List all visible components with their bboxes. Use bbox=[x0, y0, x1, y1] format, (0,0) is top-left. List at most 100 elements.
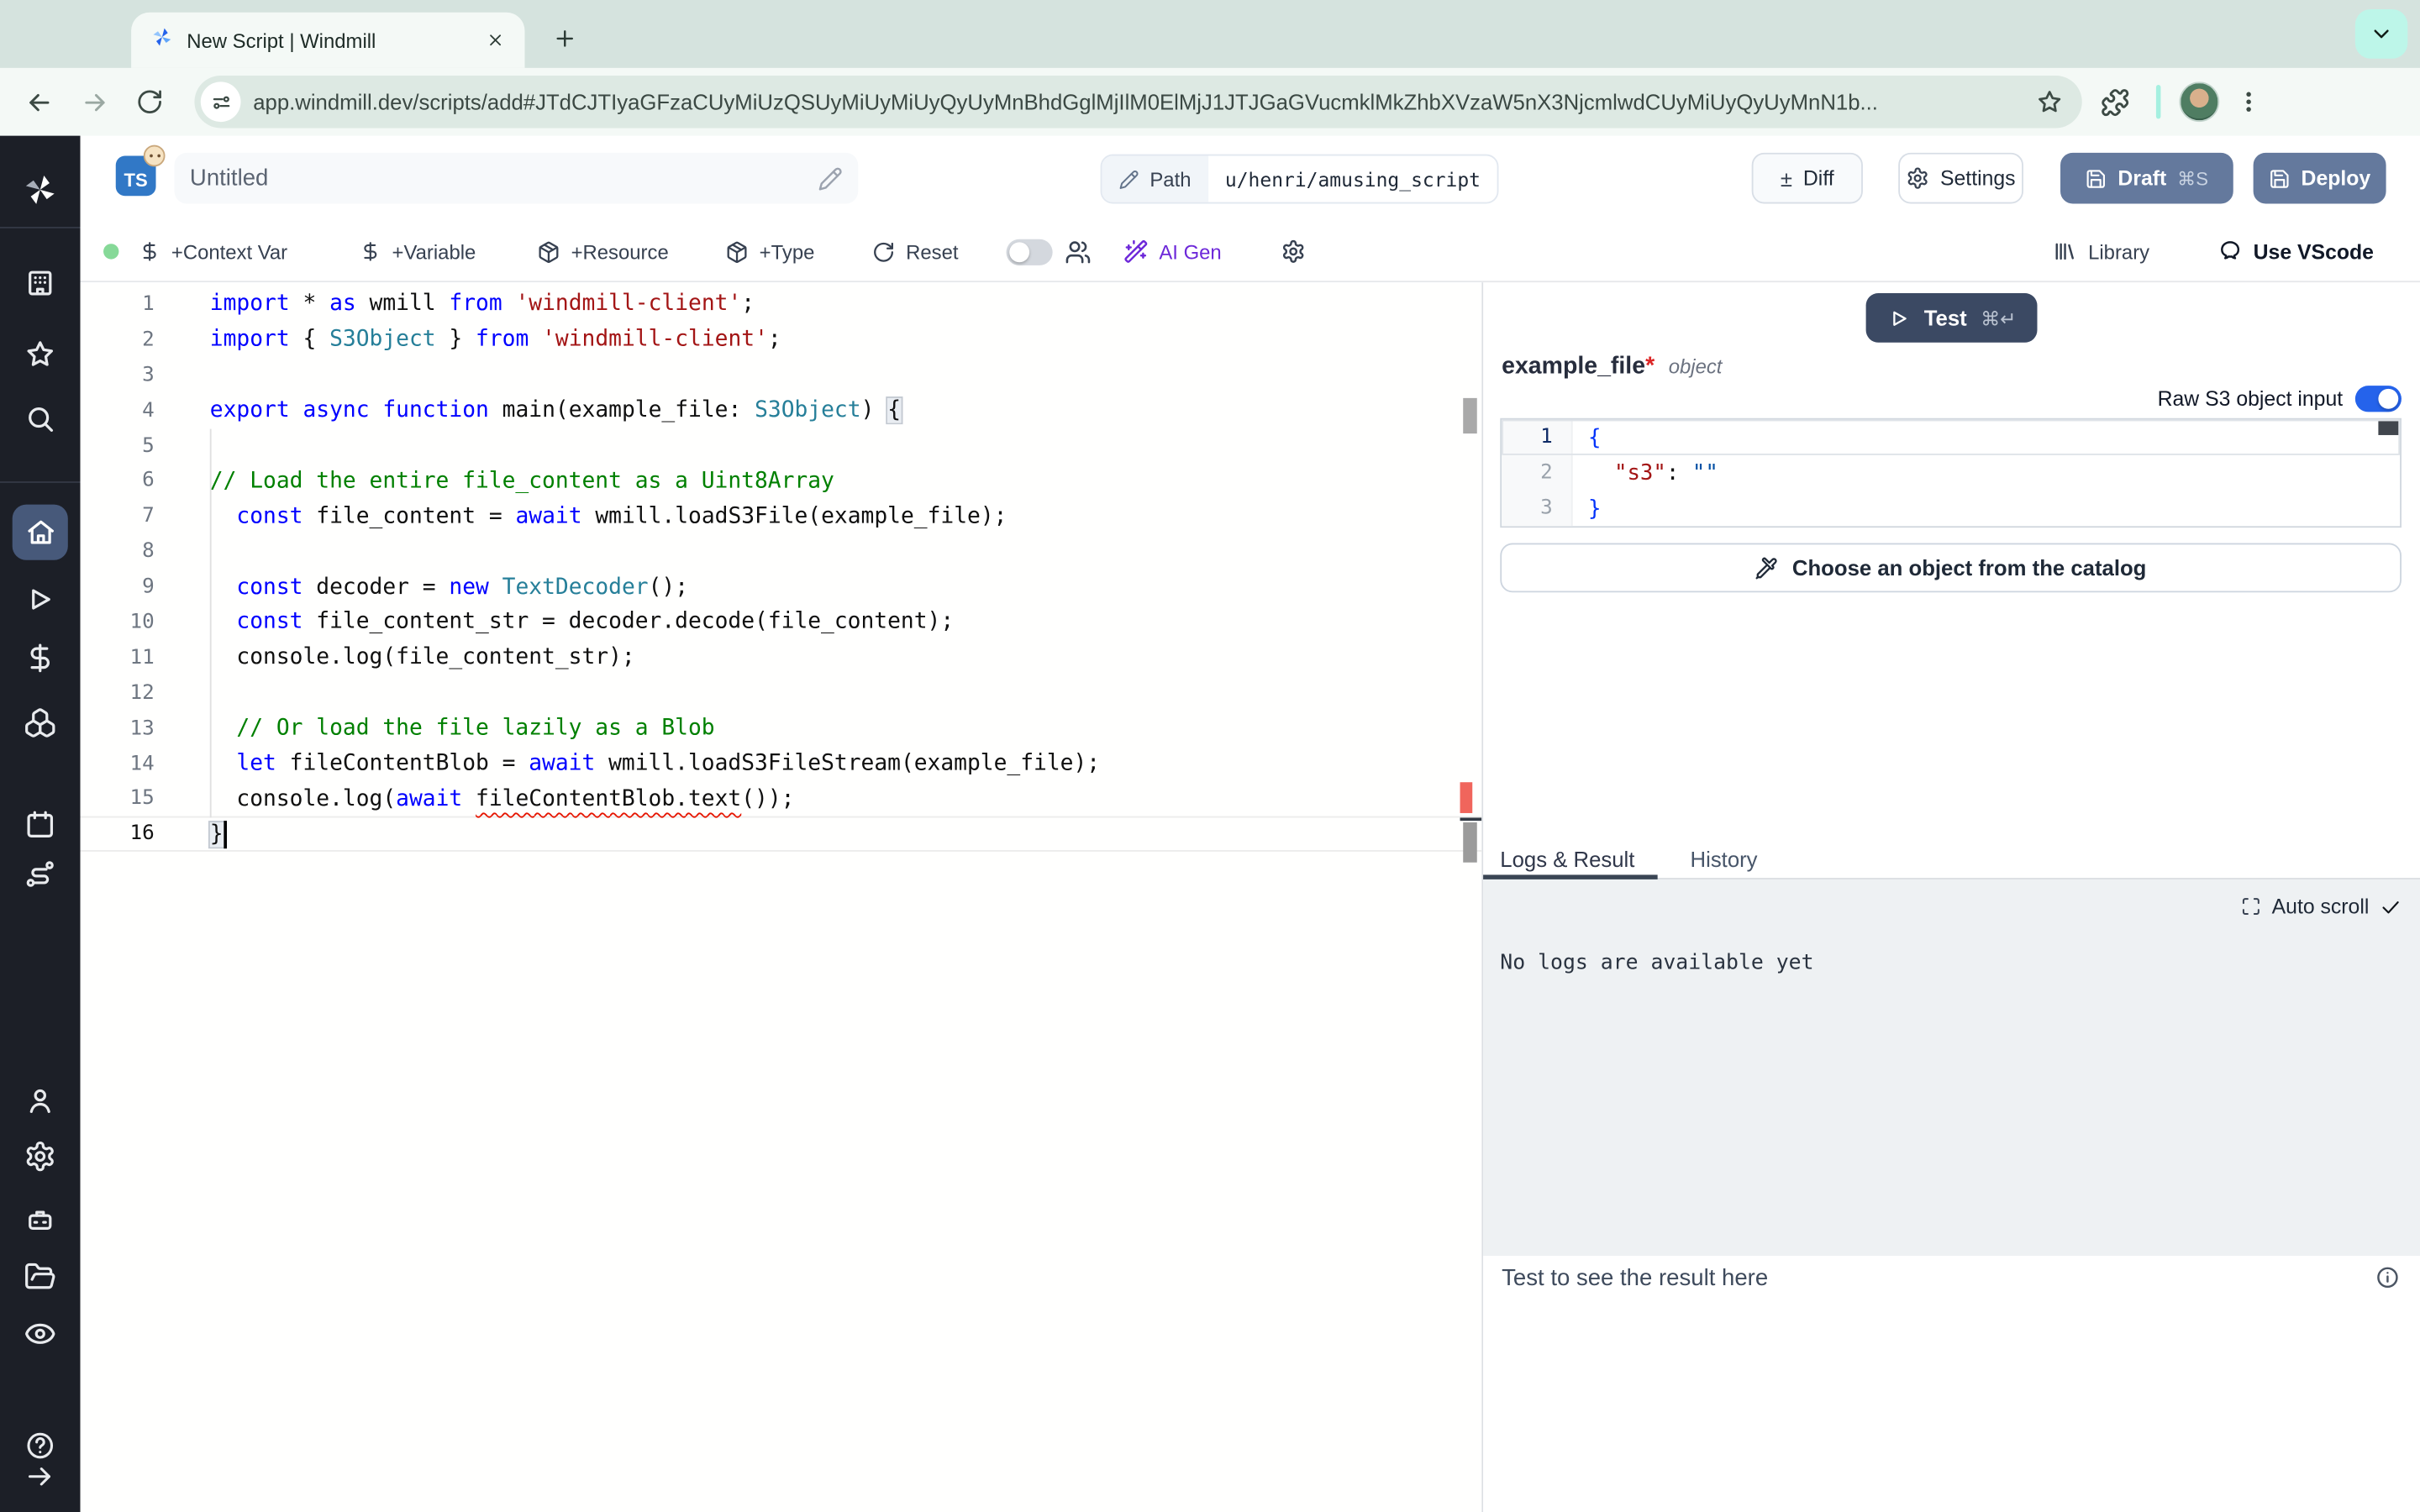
tab-logs-result[interactable]: Logs & Result bbox=[1483, 840, 1658, 879]
collapse-arrow-icon[interactable] bbox=[24, 1461, 55, 1492]
line-number: 1 bbox=[81, 293, 155, 317]
json-arg-editor[interactable]: 1{2 "s3": ""3} bbox=[1500, 418, 2402, 528]
sidebar-item-home[interactable] bbox=[13, 505, 68, 560]
code-line-2[interactable]: 2import { S3Object } from 'windmill-clie… bbox=[81, 323, 1482, 358]
json-lines[interactable]: 1{2 "s3": ""3} bbox=[1502, 420, 2400, 527]
code-line-5[interactable]: 5 bbox=[81, 428, 1482, 464]
required-asterisk: * bbox=[1645, 354, 1655, 380]
editor-overview-ruler[interactable] bbox=[1460, 282, 1482, 1512]
sidebar-item-runs[interactable] bbox=[24, 583, 56, 616]
current-line-marker bbox=[1460, 817, 1482, 821]
sidebar-item-flows[interactable] bbox=[24, 858, 56, 890]
help-icon[interactable] bbox=[24, 1431, 55, 1462]
code-line-14[interactable]: 14 let fileContentBlob = await wmill.loa… bbox=[81, 746, 1482, 781]
add-context-var-button[interactable]: +Context Var bbox=[139, 221, 287, 282]
raw-s3-toggle[interactable] bbox=[2355, 386, 2402, 412]
favorites-star-icon[interactable] bbox=[24, 338, 56, 370]
code-line-6[interactable]: 6// Load the entire file_content as a Ui… bbox=[81, 464, 1482, 499]
code-lines[interactable]: 1import * as wmill from 'windmill-client… bbox=[81, 282, 1482, 852]
script-name-input[interactable]: Untitled bbox=[175, 153, 859, 204]
draft-shortcut: ⌘S bbox=[2177, 167, 2208, 189]
line-number: 8 bbox=[81, 540, 155, 564]
site-info-icon[interactable] bbox=[201, 81, 241, 122]
code-line-2[interactable]: 2 "s3": "" bbox=[1502, 455, 2400, 491]
new-tab-button[interactable] bbox=[544, 17, 587, 60]
use-vscode-button[interactable]: Use VScode bbox=[2217, 221, 2374, 282]
code-line-9[interactable]: 9 const decoder = new TextDecoder(); bbox=[81, 570, 1482, 605]
sidebar-item-settings[interactable] bbox=[24, 1140, 56, 1173]
chrome-dropdown-button[interactable] bbox=[2355, 9, 2407, 59]
deploy-button[interactable]: Deploy bbox=[2254, 153, 2386, 204]
script-name-value[interactable]: Untitled bbox=[190, 165, 806, 192]
assistant-toggle[interactable] bbox=[1007, 221, 1053, 282]
sidebar-item-folders[interactable] bbox=[24, 1261, 56, 1294]
code-line-3[interactable]: 3 bbox=[81, 358, 1482, 393]
add-variable-button[interactable]: +Variable bbox=[360, 221, 476, 282]
ai-gen-button[interactable]: AI Gen bbox=[1123, 221, 1222, 282]
path-value[interactable]: u/henri/amusing_script bbox=[1208, 156, 1498, 202]
sidebar-item-workers[interactable] bbox=[24, 1204, 56, 1236]
package-icon bbox=[725, 240, 749, 264]
app-sidebar bbox=[0, 136, 81, 1512]
code-line-4[interactable]: 4export async function main(example_file… bbox=[81, 393, 1482, 428]
sidebar-item-variables[interactable] bbox=[24, 642, 56, 675]
sidebar-item-resources[interactable] bbox=[24, 706, 56, 739]
profile-avatar[interactable] bbox=[2179, 81, 2219, 122]
code-line-10[interactable]: 10 const file_content_str = decoder.deco… bbox=[81, 605, 1482, 640]
code-line-11[interactable]: 11 console.log(file_content_str); bbox=[81, 640, 1482, 675]
browser-tab[interactable]: New Script | Windmill bbox=[131, 13, 524, 68]
browser-chrome: New Script | Windmill app.windmill.dev/s… bbox=[0, 0, 2420, 136]
line-number: 6 bbox=[81, 470, 155, 493]
code-line-1[interactable]: 1{ bbox=[1502, 420, 2400, 455]
back-icon[interactable] bbox=[15, 79, 61, 125]
info-icon[interactable] bbox=[2375, 1265, 2400, 1289]
code-editor[interactable]: 1import * as wmill from 'windmill-client… bbox=[81, 282, 1482, 1512]
search-icon[interactable] bbox=[24, 402, 56, 435]
tab-title: New Script | Windmill bbox=[187, 29, 469, 52]
url-bar[interactable]: app.windmill.dev/scripts/add#JTdCJTIyaGF… bbox=[194, 76, 2081, 128]
sidebar-item-audit-logs[interactable] bbox=[24, 1318, 56, 1351]
tab-history[interactable]: History bbox=[1691, 840, 1758, 879]
edit-name-pencil-icon[interactable] bbox=[818, 165, 842, 190]
auto-scroll-control[interactable]: Auto scroll bbox=[2241, 895, 2402, 919]
settings-button[interactable]: Settings bbox=[1898, 153, 2023, 204]
code-line-15[interactable]: 15 console.log(await fileContentBlob.tex… bbox=[81, 781, 1482, 816]
code-line-7[interactable]: 7 const file_content = await wmill.loadS… bbox=[81, 499, 1482, 534]
workspace-icon[interactable] bbox=[24, 267, 56, 300]
code-line-16[interactable]: 16} bbox=[81, 816, 1482, 852]
path-chip[interactable]: Path u/henri/amusing_script bbox=[1101, 155, 1499, 204]
line-number: 1 bbox=[1502, 420, 1572, 455]
windmill-logo[interactable] bbox=[20, 170, 60, 218]
add-resource-button[interactable]: +Resource bbox=[537, 221, 669, 282]
diff-button[interactable]: ±Diff bbox=[1752, 153, 1863, 204]
forward-icon[interactable] bbox=[71, 79, 117, 125]
json-scrollbar-thumb[interactable] bbox=[2378, 421, 2398, 435]
library-button[interactable]: Library bbox=[2053, 221, 2149, 282]
sidebar-divider bbox=[0, 481, 81, 483]
users-icon[interactable] bbox=[1065, 221, 1091, 282]
code-line-1[interactable]: 1import * as wmill from 'windmill-client… bbox=[81, 287, 1482, 323]
bookmark-star-icon[interactable] bbox=[2036, 88, 2064, 116]
reset-button[interactable]: Reset bbox=[872, 221, 959, 282]
path-label[interactable]: Path bbox=[1102, 156, 1207, 202]
editor-settings-gear-icon[interactable] bbox=[1281, 221, 1305, 282]
sidebar-item-users[interactable] bbox=[24, 1084, 56, 1117]
line-number: 11 bbox=[81, 646, 155, 669]
result-placeholder: Test to see the result here bbox=[1502, 1265, 1768, 1291]
toolbar-separator bbox=[2156, 85, 2161, 118]
code-line-8[interactable]: 8 bbox=[81, 534, 1482, 570]
test-button[interactable]: Test ⌘↵ bbox=[1865, 293, 2038, 343]
url-text[interactable]: app.windmill.dev/scripts/add#JTdCJTIyaGF… bbox=[253, 90, 2023, 114]
scrollbar-thumb[interactable] bbox=[1463, 398, 1477, 433]
close-tab-icon[interactable] bbox=[481, 26, 509, 54]
choose-object-button[interactable]: Choose an object from the catalog bbox=[1500, 543, 2402, 593]
sidebar-item-schedules[interactable] bbox=[24, 808, 56, 841]
add-type-button[interactable]: +Type bbox=[725, 221, 814, 282]
reload-icon[interactable] bbox=[127, 79, 173, 125]
browser-menu-icon[interactable] bbox=[2228, 88, 2269, 116]
code-line-13[interactable]: 13 // Or load the file lazily as a Blob bbox=[81, 711, 1482, 746]
code-line-3[interactable]: 3} bbox=[1502, 491, 2400, 526]
draft-button[interactable]: Draft⌘S bbox=[2060, 153, 2233, 204]
code-line-12[interactable]: 12 bbox=[81, 675, 1482, 711]
extensions-icon[interactable] bbox=[2091, 79, 2138, 125]
